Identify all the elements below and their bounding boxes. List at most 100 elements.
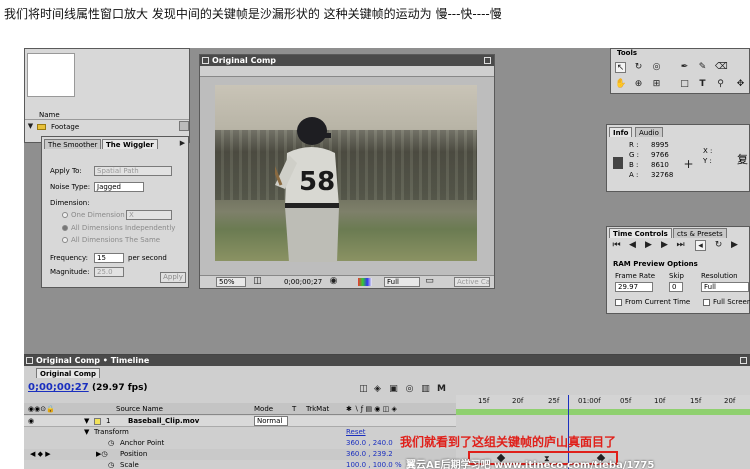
position-row[interactable]: ◀ ◆ ▶ ▶◷ Position 360.0 , 239.2 — [24, 449, 456, 460]
disclosure-triangle-icon[interactable]: ▼ — [84, 417, 89, 425]
last-frame-icon[interactable]: ⏭ — [675, 240, 686, 251]
from-current-checkbox[interactable] — [615, 299, 622, 306]
scale-value[interactable]: 100.0 , 100.0 % — [346, 461, 402, 469]
audio-icon[interactable]: ◂ — [695, 240, 706, 251]
graph-icon[interactable]: ▥ — [420, 384, 431, 395]
first-frame-icon[interactable]: ⏮ — [611, 240, 622, 251]
stopwatch-icon[interactable]: ▶◷ — [96, 450, 108, 458]
project-thumbnail — [27, 53, 75, 97]
anchor-point-value[interactable]: 360.0 , 240.0 — [346, 439, 393, 447]
loop-icon[interactable]: ↻ — [713, 240, 724, 251]
prev-frame-icon[interactable]: ◀ — [627, 240, 638, 251]
camera-tool-icon[interactable]: ◎ — [651, 62, 662, 73]
scale-row[interactable]: ◷ Scale 100.0 , 100.0 % — [24, 460, 456, 469]
timeline-titlebar: Original Comp • Timeline — [24, 355, 750, 366]
layer-source-name[interactable]: Baseball_Clip.mov — [128, 417, 199, 425]
layer-row[interactable]: ◉ ▼ 1 Baseball_Clip.mov Normal — [24, 416, 456, 427]
info-r-label: R : — [629, 141, 639, 149]
transform-reset-link[interactable]: Reset — [346, 428, 366, 436]
tab-the-wiggler[interactable]: The Wiggler — [102, 139, 158, 149]
apply-to-select[interactable]: Spatial Path — [94, 166, 172, 176]
layer-mode-select[interactable]: Normal — [254, 416, 288, 426]
video-frame[interactable]: 58 — [215, 85, 477, 262]
next-frame-icon[interactable]: ▶ — [659, 240, 670, 251]
frequency-label: Frequency: — [50, 254, 89, 262]
brush-tool-icon[interactable]: ✎ — [697, 62, 708, 73]
magnitude-input[interactable]: 25.0 — [94, 267, 124, 277]
switches-icons: ◉◉⊙🔒 — [28, 405, 55, 413]
composition-timecode[interactable]: 0;00;00;27 — [284, 278, 322, 286]
hand-tool-icon[interactable]: ✋ — [615, 79, 626, 90]
resolution-select[interactable]: Full — [701, 282, 749, 292]
video-eye-icon[interactable]: ◉ — [28, 417, 34, 425]
camera-icon[interactable]: ◉ — [328, 276, 339, 287]
disclosure-triangle-icon[interactable]: ▼ — [25, 121, 36, 132]
timeline-timecode[interactable]: 0;00;00;27 — [28, 382, 89, 393]
apply-button[interactable]: Apply — [160, 272, 186, 283]
snapshot-icon[interactable]: ◫ — [252, 276, 263, 287]
frame-rate-select[interactable]: 29.97 — [615, 282, 653, 292]
magnitude-label: Magnitude: — [50, 268, 90, 276]
rectangle-tool-icon[interactable]: □ — [679, 79, 690, 90]
project-scroll-arrow[interactable] — [179, 121, 189, 131]
selection-tool-icon[interactable]: ↖ — [615, 62, 626, 73]
zoom-tool-icon[interactable]: ⊕ — [633, 79, 644, 90]
project-footage-folder[interactable]: Footage — [51, 123, 79, 131]
full-screen-checkbox[interactable] — [703, 299, 710, 306]
frame-blend-icon[interactable]: ▣ — [388, 384, 399, 395]
one-dimension-select[interactable]: X — [126, 210, 172, 220]
disclosure-triangle-icon[interactable]: ▼ — [84, 428, 89, 436]
draft-3d-icon[interactable]: ◈ — [372, 384, 383, 395]
keyframe-nav-icon[interactable]: ◀ ◆ ▶ — [30, 450, 51, 458]
text-tool-icon[interactable]: T — [697, 79, 708, 90]
noise-type-select[interactable]: Jagged — [94, 182, 144, 192]
panel-menu-arrow[interactable]: ▶ — [177, 138, 188, 149]
col-mode: Mode — [254, 405, 274, 413]
pen-tool-icon[interactable]: ✒ — [679, 62, 690, 73]
region-icon[interactable]: ▭ — [424, 276, 435, 287]
tab-info[interactable]: Info — [609, 127, 633, 137]
all-independently-radio[interactable]: All Dimensions Independently — [62, 224, 175, 232]
play-icon[interactable]: ▶ — [643, 240, 654, 251]
window-box-icon[interactable] — [202, 57, 209, 64]
pan-behind-tool-icon[interactable]: ⊞ — [651, 79, 662, 90]
scale-label: Scale — [120, 461, 139, 469]
eraser-tool-icon[interactable]: ⌫ — [715, 62, 728, 73]
tab-time-controls[interactable]: Time Controls — [609, 228, 672, 238]
anchor-point-row[interactable]: ◷ Anchor Point 360.0 , 240.0 — [24, 438, 456, 449]
timeline-column-header: ◉◉⊙🔒 Source Name Mode T TrkMat ✱ ∖ ƒ ▤ ◉… — [24, 403, 456, 415]
tab-the-smoother[interactable]: The Smoother — [44, 139, 102, 149]
all-same-radio[interactable]: All Dimensions The Same — [62, 236, 160, 244]
skip-label: Skip — [669, 272, 684, 280]
position-value[interactable]: 360.0 , 239.2 — [346, 450, 393, 458]
stopwatch-icon[interactable]: ◷ — [108, 461, 114, 469]
timeline-tab[interactable]: Original Comp — [36, 368, 101, 378]
frequency-input[interactable]: 15 — [94, 253, 124, 263]
work-area-bar[interactable] — [456, 409, 750, 415]
ram-preview-icon[interactable]: ▶ — [729, 240, 740, 251]
clone-stamp-tool-icon[interactable]: ⚲ — [715, 79, 726, 90]
resolution-select[interactable]: Full — [384, 277, 420, 287]
window-box-icon[interactable] — [26, 357, 33, 364]
comp-flowchart-icon[interactable]: ◫ — [358, 384, 369, 395]
apply-to-label: Apply To: — [50, 167, 82, 175]
close-box-icon[interactable] — [740, 357, 747, 364]
tab-effects-presets[interactable]: cts & Presets — [673, 228, 727, 238]
color-channels-icon[interactable] — [358, 278, 372, 286]
one-dimension-radio[interactable]: One Dimension — [62, 211, 125, 219]
ruler-label: 15f — [478, 397, 490, 405]
tab-audio[interactable]: Audio — [635, 127, 663, 137]
rotation-tool-icon[interactable]: ↻ — [633, 62, 644, 73]
skip-input[interactable]: 0 — [669, 282, 683, 292]
close-box-icon[interactable] — [484, 57, 491, 64]
motion-blur-icon[interactable]: ◎ — [404, 384, 415, 395]
transform-row[interactable]: ▼ Transform Reset — [24, 427, 456, 438]
stopwatch-icon[interactable]: ◷ — [108, 439, 114, 447]
anchor-point-label: Anchor Point — [120, 439, 165, 447]
zoom-select[interactable]: 50% — [216, 277, 246, 287]
time-ruler[interactable]: 15f 20f 25f 01:00f 05f 10f 15f 20f — [456, 395, 750, 469]
mask-icon[interactable]: M — [436, 384, 447, 395]
puppet-tool-icon[interactable]: ✥ — [735, 79, 746, 90]
active-camera-select[interactable]: Active Ca — [454, 277, 490, 287]
ruler-label: 15f — [690, 397, 702, 405]
